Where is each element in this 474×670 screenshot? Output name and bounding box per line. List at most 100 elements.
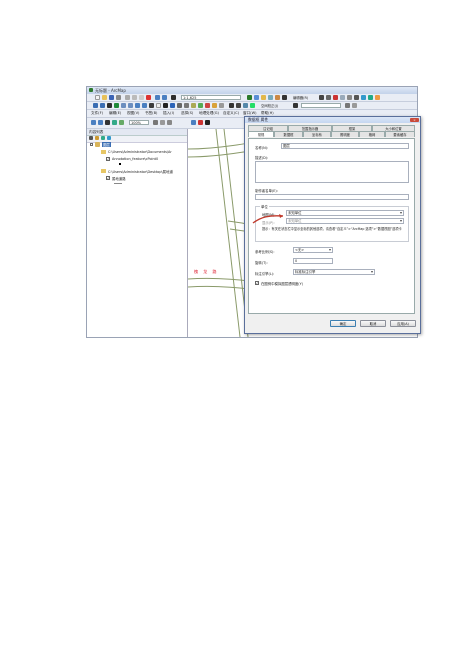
layout-pan-icon[interactable] — [105, 120, 110, 125]
tab-coordinate-system[interactable]: 坐标系 — [303, 131, 331, 137]
create-viewer-window-icon[interactable] — [212, 103, 217, 108]
open-street-map-icon[interactable] — [229, 103, 234, 108]
reference-scale-select[interactable]: <无> — [293, 247, 333, 253]
python-window-icon[interactable] — [282, 95, 287, 100]
table-of-contents-icon[interactable] — [254, 95, 259, 100]
description-field[interactable] — [255, 161, 409, 183]
layers-expand-icon[interactable] — [90, 143, 93, 146]
toc-roads-path[interactable]: C:\Users\Administrator\Desktop\属地道 — [108, 169, 173, 174]
rotate-icon[interactable] — [354, 95, 359, 100]
create-features-icon[interactable] — [375, 95, 380, 100]
menu-customize[interactable]: 自定义(C) — [223, 111, 239, 116]
magnifier-icon[interactable] — [243, 103, 248, 108]
find-icon[interactable] — [177, 103, 182, 108]
adjustment-combo[interactable] — [301, 103, 341, 108]
apply-button[interactable]: 应用(A) — [390, 320, 416, 327]
zoom-in-icon[interactable] — [93, 103, 98, 108]
rotation-field[interactable]: 0 — [293, 258, 333, 264]
clear-selection-icon[interactable] — [156, 103, 161, 108]
catalog-icon[interactable] — [261, 95, 266, 100]
simulate-transparency-checkbox[interactable]: ✓ — [255, 281, 259, 285]
split-icon[interactable] — [347, 95, 352, 100]
measure-icon[interactable] — [184, 103, 189, 108]
print-icon[interactable] — [116, 95, 121, 100]
new-link-icon[interactable] — [345, 103, 350, 108]
select-features-icon[interactable] — [149, 103, 154, 108]
select-tool-icon[interactable] — [293, 103, 298, 108]
ok-button[interactable]: 确定 — [330, 320, 356, 327]
menu-file[interactable]: 文件(F) — [91, 111, 103, 116]
undo-icon[interactable] — [155, 95, 160, 100]
save-icon[interactable] — [109, 95, 114, 100]
map-units-select[interactable]: 未知单位 — [286, 210, 404, 216]
toc-annotation-layer[interactable]: Annotation_feature\cPoint0 — [112, 157, 158, 161]
sketch-tool-icon[interactable] — [333, 95, 338, 100]
annotation-checkbox[interactable]: ✓ — [106, 157, 110, 161]
toggle-draft-mode-icon[interactable] — [153, 120, 158, 125]
identify-icon[interactable] — [170, 103, 175, 108]
search-window-icon[interactable] — [268, 95, 273, 100]
arctoolbox-icon[interactable] — [275, 95, 280, 100]
select-elements-icon[interactable] — [163, 103, 168, 108]
sketch-properties-icon[interactable] — [368, 95, 373, 100]
change-layout-icon[interactable] — [167, 120, 172, 125]
display-units-select[interactable]: 未知单位 — [286, 218, 404, 224]
zoom-100-percent-icon[interactable] — [119, 120, 124, 125]
georeference-icon[interactable] — [236, 103, 241, 108]
roads-checkbox[interactable]: ✓ — [106, 176, 110, 180]
draw-rectangle-icon[interactable] — [198, 120, 203, 125]
zoom-whole-page-icon[interactable] — [112, 120, 117, 125]
credits-field[interactable] — [255, 194, 409, 200]
layout-zoom-out-icon[interactable] — [98, 120, 103, 125]
menu-selection[interactable]: 选择(S) — [181, 111, 193, 116]
fixed-zoom-in-icon[interactable] — [121, 103, 126, 108]
list-by-visibility-icon[interactable] — [101, 136, 105, 140]
draw-select-icon[interactable] — [191, 120, 196, 125]
edit-vertices-icon[interactable] — [326, 95, 331, 100]
fixed-zoom-out-icon[interactable] — [128, 103, 133, 108]
editor-toolbar-icon[interactable] — [247, 95, 252, 100]
redo-icon[interactable] — [162, 95, 167, 100]
layout-zoom-combo[interactable]: 100% — [129, 120, 149, 125]
tab-general[interactable]: 常规 — [248, 131, 274, 137]
tab-data-frame[interactable]: 数据框 — [274, 131, 303, 137]
toc-roads-layer[interactable]: 属地道路 — [112, 176, 126, 181]
view-link-table-icon[interactable] — [352, 103, 357, 108]
delete-icon[interactable] — [146, 95, 151, 100]
menu-geoprocessing[interactable]: 地理处理(G) — [199, 111, 219, 116]
copy-icon[interactable] — [132, 95, 137, 100]
swipe-icon[interactable] — [250, 103, 255, 108]
full-extent-icon[interactable] — [114, 103, 119, 108]
draw-text-icon[interactable] — [205, 120, 210, 125]
reshape-icon[interactable] — [340, 95, 345, 100]
layout-zoom-in-icon[interactable] — [91, 120, 96, 125]
spatial-adjustment-label[interactable]: 空间校正(J) — [261, 103, 278, 108]
back-extent-icon[interactable] — [135, 103, 140, 108]
cancel-button[interactable]: 取消 — [360, 320, 386, 327]
menu-insert[interactable]: 插入(I) — [163, 111, 174, 116]
tab-illumination[interactable]: 照明度 — [331, 131, 359, 137]
menu-bookmarks[interactable]: 书签(B) — [145, 111, 157, 116]
toc-annotation-path[interactable]: C:\Users\Administrator\Documents\Ar — [108, 150, 172, 154]
toc-layers-group[interactable]: 图层 — [102, 142, 111, 147]
attributes-icon[interactable] — [361, 95, 366, 100]
map-scale-combo[interactable]: 1:1,625 — [181, 95, 241, 100]
time-slider-icon[interactable] — [205, 103, 210, 108]
list-by-source-icon[interactable] — [95, 136, 99, 140]
hyperlink-icon[interactable] — [191, 103, 196, 108]
editor-menu-label[interactable]: 编辑器(R) — [293, 95, 308, 100]
list-by-drawing-order-icon[interactable] — [89, 136, 93, 140]
go-to-xy-icon[interactable] — [219, 103, 224, 108]
list-by-selection-icon[interactable] — [107, 136, 111, 140]
menu-view[interactable]: 视图(V) — [127, 111, 139, 116]
add-data-icon[interactable] — [171, 95, 176, 100]
new-document-icon[interactable] — [95, 95, 100, 100]
focus-data-frame-icon[interactable] — [160, 120, 165, 125]
label-engine-select[interactable]: 标准标注引擎 — [293, 269, 375, 275]
cut-icon[interactable] — [125, 95, 130, 100]
menu-edit[interactable]: 编辑(E) — [109, 111, 121, 116]
tab-feature-cache[interactable]: 要素缓存 — [385, 131, 415, 137]
edit-tool-icon[interactable] — [319, 95, 324, 100]
forward-extent-icon[interactable] — [142, 103, 147, 108]
name-field[interactable]: 图层 — [281, 143, 409, 149]
